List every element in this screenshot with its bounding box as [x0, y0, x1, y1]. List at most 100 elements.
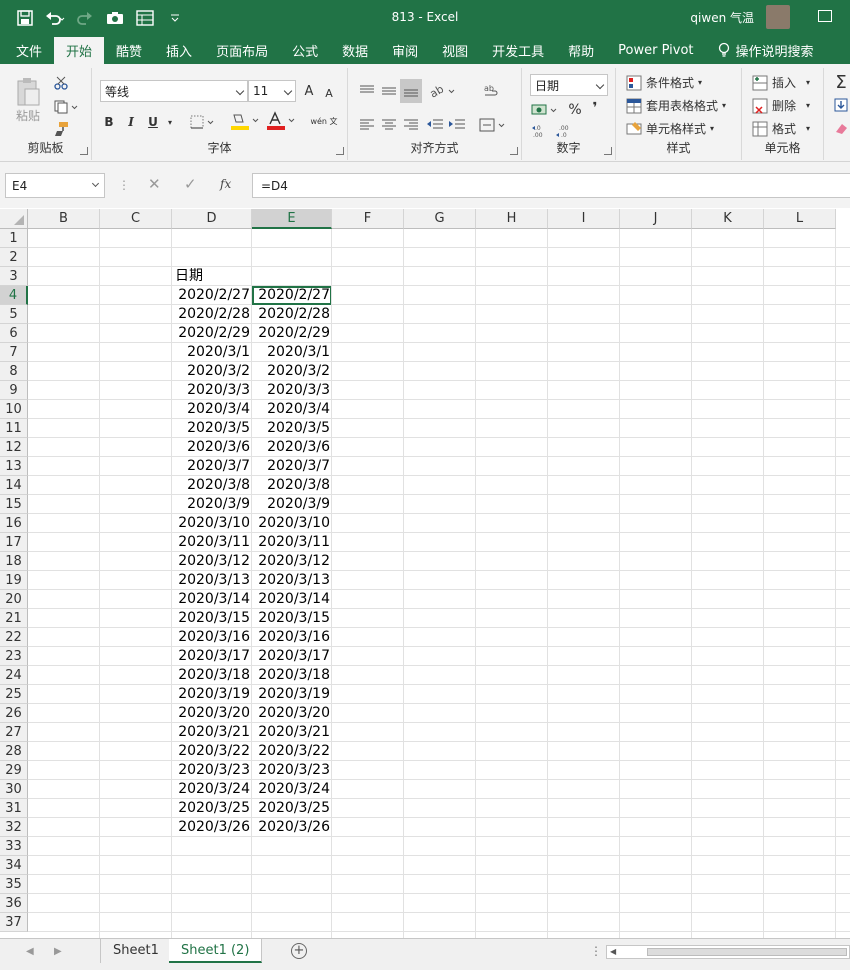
row-header-22[interactable]: 22 [0, 628, 28, 647]
underline-button[interactable]: U [144, 112, 162, 132]
column-header-e[interactable]: E [252, 209, 332, 229]
row-header-30[interactable]: 30 [0, 780, 28, 799]
cell-e30[interactable]: 2020/3/24 [252, 780, 332, 799]
cell-d4[interactable]: 2020/2/27 [172, 286, 252, 305]
new-sheet-button[interactable]: + [291, 943, 307, 959]
cell-d17[interactable]: 2020/3/11 [172, 533, 252, 552]
cancel-icon[interactable]: ✕ [148, 175, 161, 193]
row-header-28[interactable]: 28 [0, 742, 28, 761]
cell-e23[interactable]: 2020/3/17 [252, 647, 332, 666]
cell-d11[interactable]: 2020/3/5 [172, 419, 252, 438]
cell-e11[interactable]: 2020/3/5 [252, 419, 332, 438]
cell-e19[interactable]: 2020/3/13 [252, 571, 332, 590]
column-header-l[interactable]: L [764, 209, 836, 229]
tab-review[interactable]: 审阅 [380, 36, 430, 64]
row-header-26[interactable]: 26 [0, 704, 28, 723]
wrap-text-icon[interactable]: ab [480, 80, 502, 102]
tell-me-search[interactable]: 操作说明搜索 [706, 36, 826, 64]
row-header-37[interactable]: 37 [0, 913, 28, 932]
cell-e18[interactable]: 2020/3/12 [252, 552, 332, 571]
row-header-8[interactable]: 8 [0, 362, 28, 381]
delete-cells-button[interactable]: 删除 ▾ [752, 97, 810, 114]
row-header-1[interactable]: 1 [0, 229, 28, 248]
row-header-20[interactable]: 20 [0, 590, 28, 609]
cell-e4[interactable]: 2020/2/27 [252, 286, 332, 305]
cell-e31[interactable]: 2020/3/25 [252, 799, 332, 818]
row-header-3[interactable]: 3 [0, 267, 28, 286]
cell-d32[interactable]: 2020/3/26 [172, 818, 252, 837]
cell-d16[interactable]: 2020/3/10 [172, 514, 252, 533]
row-header-9[interactable]: 9 [0, 381, 28, 400]
align-left-icon[interactable] [358, 114, 376, 136]
cell-e15[interactable]: 2020/3/9 [252, 495, 332, 514]
row-header-36[interactable]: 36 [0, 894, 28, 913]
font-color-button[interactable] [264, 110, 298, 132]
cell-d28[interactable]: 2020/3/22 [172, 742, 252, 761]
cell-d10[interactable]: 2020/3/4 [172, 400, 252, 419]
ribbon-display-options-icon[interactable] [818, 10, 832, 22]
format-painter-icon[interactable] [52, 120, 70, 138]
cell-e8[interactable]: 2020/3/2 [252, 362, 332, 381]
cell-d13[interactable]: 2020/3/7 [172, 457, 252, 476]
row-header-12[interactable]: 12 [0, 438, 28, 457]
row-header-18[interactable]: 18 [0, 552, 28, 571]
row-header-35[interactable]: 35 [0, 875, 28, 894]
clipboard-launcher-icon[interactable] [80, 147, 88, 155]
cell-d20[interactable]: 2020/3/14 [172, 590, 252, 609]
tab-file[interactable]: 文件 [0, 36, 54, 64]
tab-kuzan[interactable]: 酷赞 [104, 36, 154, 64]
cell-d15[interactable]: 2020/3/9 [172, 495, 252, 514]
column-header-i[interactable]: I [548, 209, 620, 229]
cell-e24[interactable]: 2020/3/18 [252, 666, 332, 685]
scroll-left-icon[interactable]: ◀ [610, 947, 616, 956]
tab-splitter[interactable]: ⋮ [590, 944, 602, 958]
number-launcher-icon[interactable] [604, 147, 612, 155]
bold-button[interactable]: B [100, 112, 118, 132]
format-as-table-button[interactable]: 套用表格格式 ▾ [626, 97, 726, 114]
row-header-24[interactable]: 24 [0, 666, 28, 685]
currency-format-icon[interactable] [530, 100, 562, 120]
autosum-button[interactable]: Σ [832, 72, 850, 93]
cell-e6[interactable]: 2020/2/29 [252, 324, 332, 343]
shrink-font-button[interactable]: A [320, 84, 338, 102]
conditional-formatting-button[interactable]: 条件格式 ▾ [626, 74, 702, 91]
insert-function-button[interactable]: fx [220, 177, 231, 191]
cell-d31[interactable]: 2020/3/25 [172, 799, 252, 818]
decrease-indent-icon[interactable] [426, 114, 444, 136]
select-all-button[interactable] [0, 209, 28, 229]
cell-d29[interactable]: 2020/3/23 [172, 761, 252, 780]
sheet-tab-sheet1-2[interactable]: Sheet1 (2) [169, 939, 263, 963]
horizontal-scrollbar[interactable]: ◀ [606, 945, 850, 959]
prev-sheet-icon[interactable]: ◀ [26, 946, 34, 957]
cell-d21[interactable]: 2020/3/15 [172, 609, 252, 628]
tab-formulas[interactable]: 公式 [280, 36, 330, 64]
paste-button[interactable]: 粘贴 [10, 74, 46, 126]
row-header-17[interactable]: 17 [0, 533, 28, 552]
fill-color-button[interactable] [228, 110, 262, 132]
next-sheet-icon[interactable]: ▶ [54, 946, 62, 957]
cell-e17[interactable]: 2020/3/11 [252, 533, 332, 552]
sheet-tab-sheet1[interactable]: Sheet1 [100, 939, 172, 963]
row-header-19[interactable]: 19 [0, 571, 28, 590]
align-center-icon[interactable] [380, 114, 398, 136]
align-bottom-icon[interactable] [400, 79, 422, 103]
cell-d12[interactable]: 2020/3/6 [172, 438, 252, 457]
cell-d27[interactable]: 2020/3/21 [172, 723, 252, 742]
cell-d19[interactable]: 2020/3/13 [172, 571, 252, 590]
name-box[interactable]: E4 [5, 173, 105, 198]
tab-page-layout[interactable]: 页面布局 [204, 36, 280, 64]
column-header-b[interactable]: B [28, 209, 100, 229]
cell-e10[interactable]: 2020/3/4 [252, 400, 332, 419]
borders-button[interactable] [188, 112, 218, 132]
enter-icon[interactable]: ✓ [184, 175, 197, 193]
column-header-d[interactable]: D [172, 209, 252, 229]
row-header-2[interactable]: 2 [0, 248, 28, 267]
cell-d3[interactable]: 日期 [172, 267, 252, 286]
row-header-10[interactable]: 10 [0, 400, 28, 419]
horizontal-scroll-thumb[interactable] [647, 948, 847, 956]
decrease-decimal-icon[interactable]: .00.0 [554, 122, 576, 140]
column-header-k[interactable]: K [692, 209, 764, 229]
cell-d8[interactable]: 2020/3/2 [172, 362, 252, 381]
cell-e27[interactable]: 2020/3/21 [252, 723, 332, 742]
row-header-13[interactable]: 13 [0, 457, 28, 476]
